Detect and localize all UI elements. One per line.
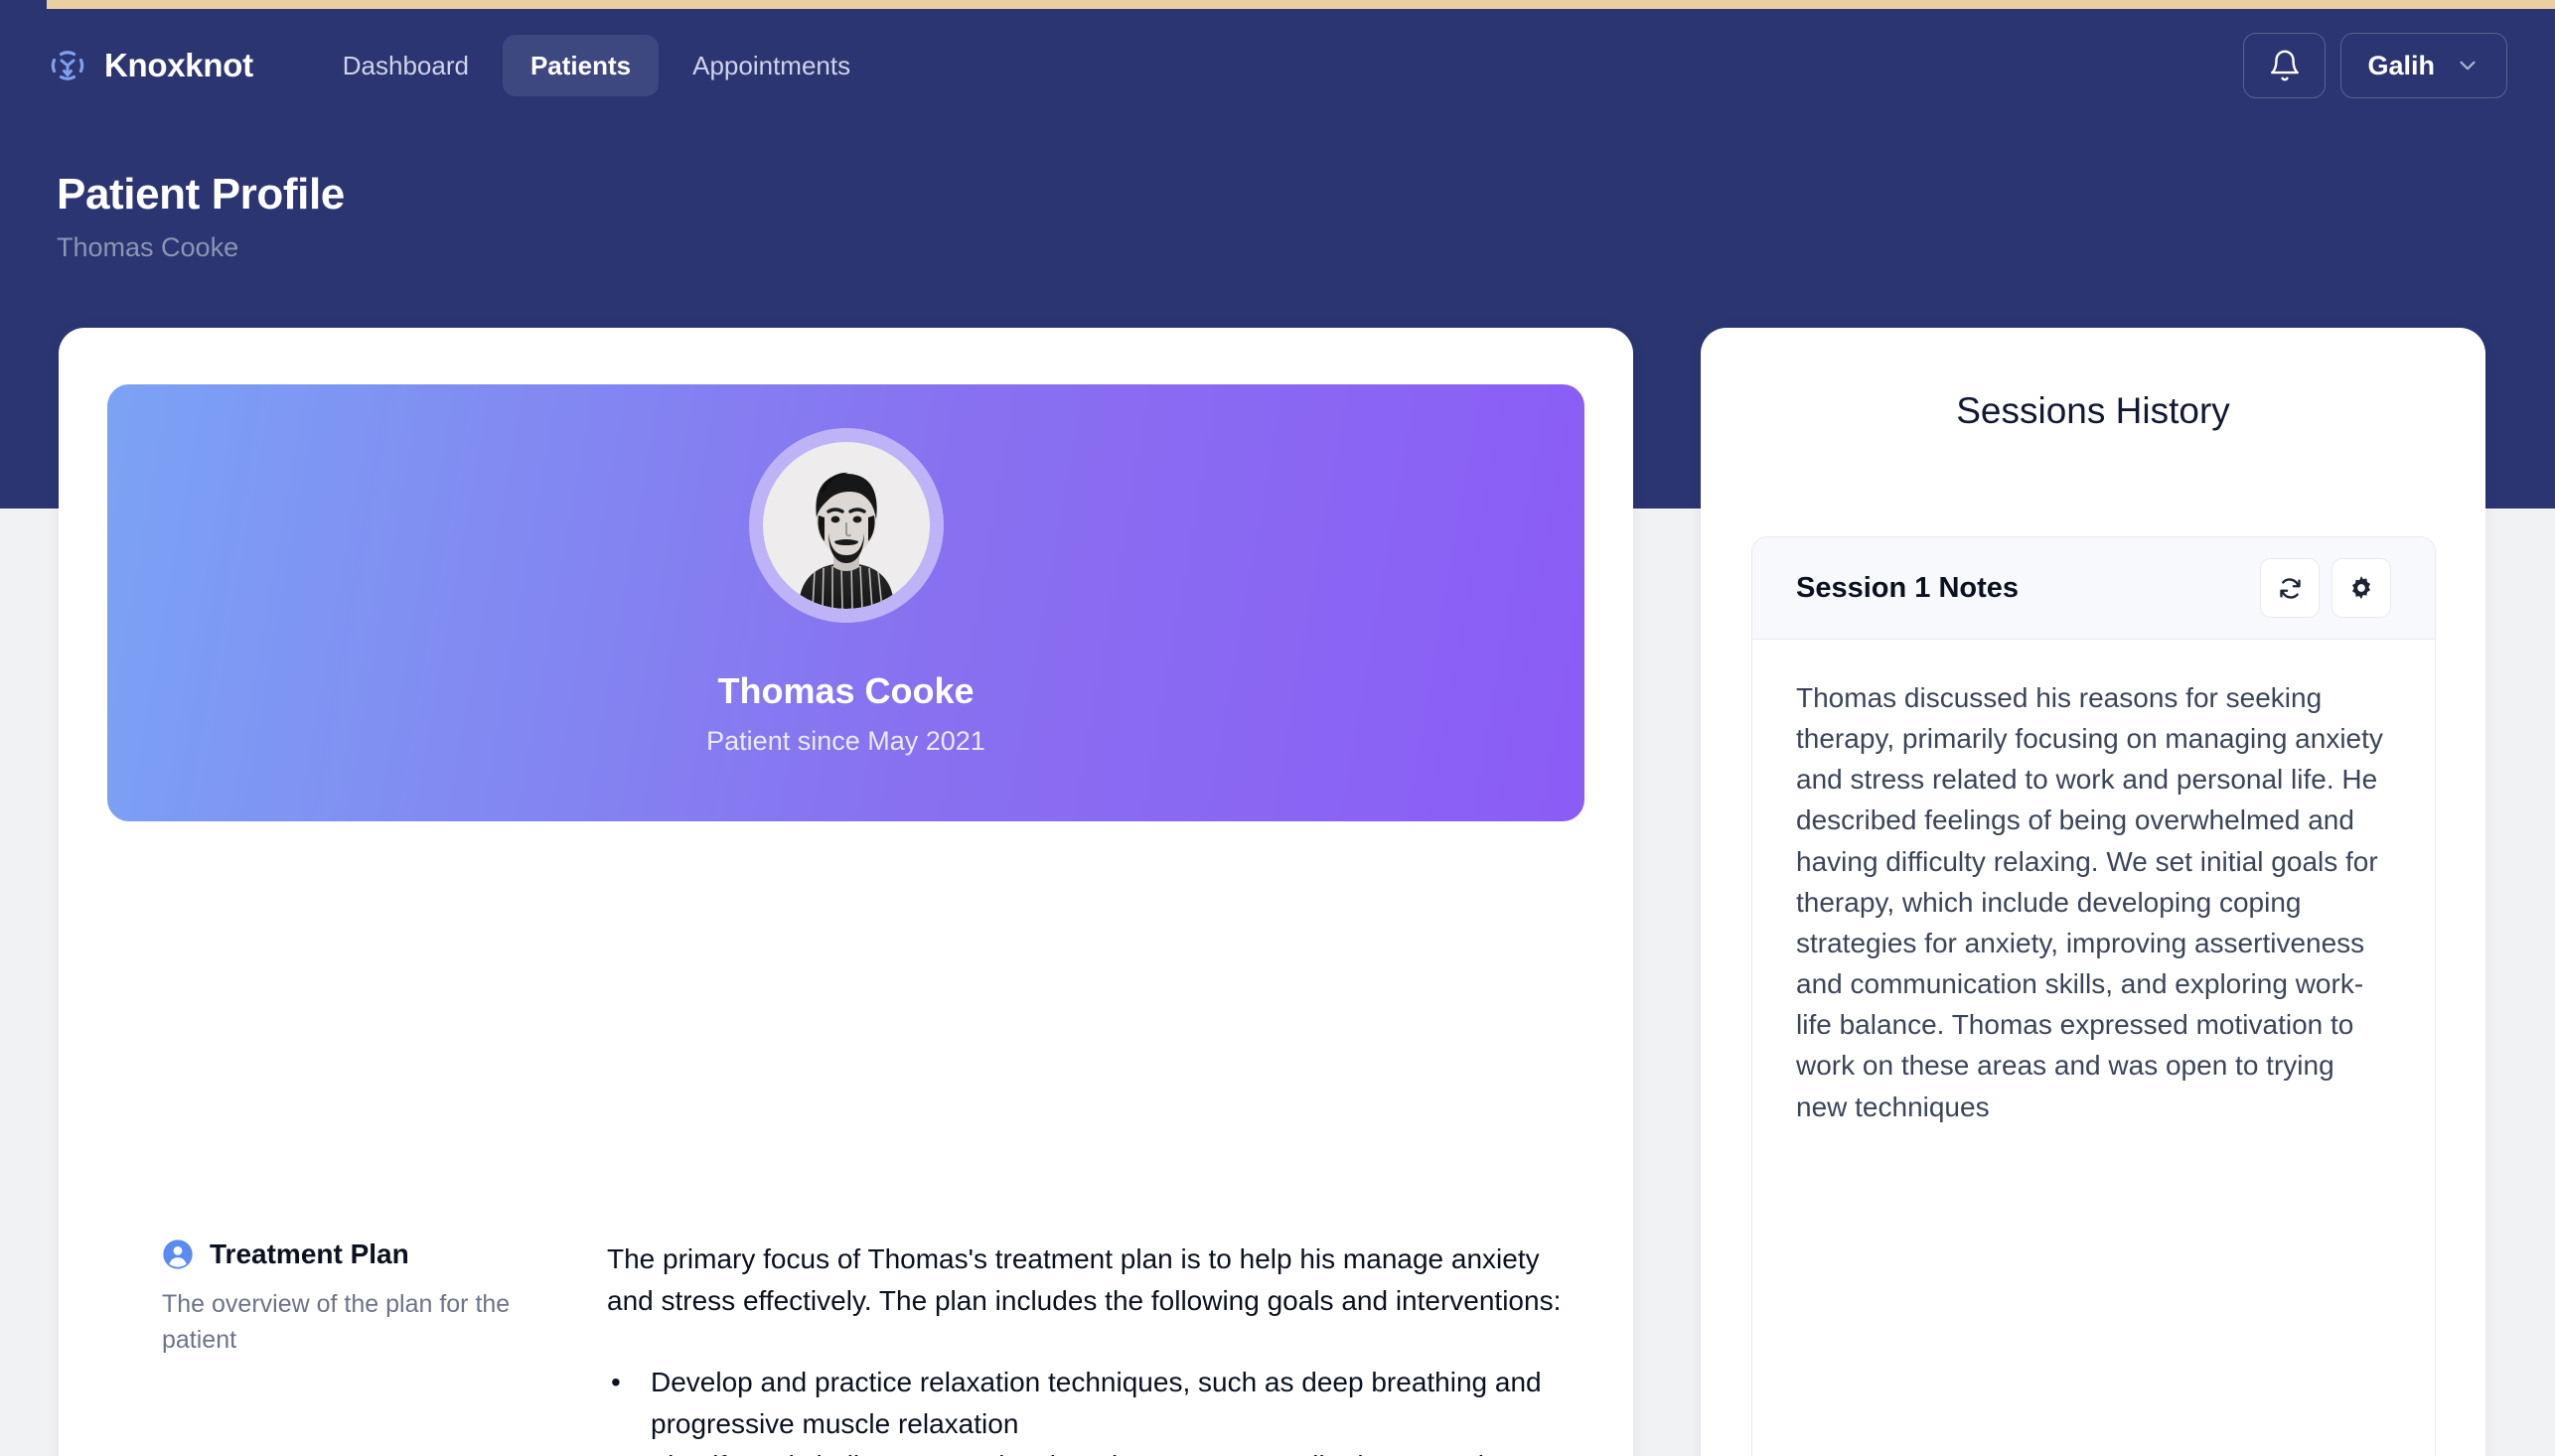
browser-top-strip	[0, 0, 2555, 9]
page-title: Patient Profile	[57, 170, 345, 218]
page-subtitle: Thomas Cooke	[57, 232, 239, 263]
sessions-history-card: Sessions History Session 1 Notes Thomas …	[1701, 328, 2485, 1456]
gear-icon	[2352, 576, 2370, 600]
settings-button[interactable]	[2331, 558, 2391, 618]
treatment-plan-intro: The primary focus of Thomas's treatment …	[607, 1243, 1562, 1316]
nav-link-dashboard[interactable]: Dashboard	[315, 35, 497, 96]
treatment-plan-title: Treatment Plan	[210, 1238, 409, 1269]
chevron-down-icon	[2460, 61, 2476, 71]
avatar-portrait-icon	[762, 442, 930, 609]
bell-icon	[2271, 50, 2299, 81]
nav-links: Dashboard Patients Appointments	[315, 35, 878, 96]
treatment-plan-content: The primary focus of Thomas's treatment …	[607, 1238, 1592, 1456]
list-item: Develop and practice relaxation techniqu…	[607, 1362, 1592, 1445]
patient-profile-card: Thomas Cooke Patient since May 2021 Trea…	[59, 328, 1633, 1456]
nav-link-patients[interactable]: Patients	[502, 35, 660, 96]
user-name: Galih	[2367, 50, 2435, 80]
session-note-title: Session 1 Notes	[1796, 571, 2020, 604]
brand[interactable]: Knoxknot	[48, 46, 253, 85]
knot-logo-icon	[51, 51, 84, 80]
nav-link-appointments[interactable]: Appointments	[665, 35, 878, 96]
session-note-card: Session 1 Notes Thomas discussed his rea…	[1751, 536, 2436, 1456]
top-navbar: Knoxknot Dashboard Patients Appointments…	[0, 9, 2555, 122]
sessions-history-title: Sessions History	[1956, 390, 2230, 431]
list-item: Identify and challenge negative thought …	[607, 1445, 1592, 1456]
top-strip-corner	[0, 0, 47, 9]
avatar-ring	[748, 428, 944, 623]
treatment-plan-label-column: Treatment Plan The overview of the plan …	[162, 1238, 512, 1456]
brand-name: Knoxknot	[104, 47, 253, 83]
notifications-button[interactable]	[2243, 33, 2327, 98]
session-note-text: Thomas discussed his reasons for seeking…	[1796, 682, 2383, 1122]
user-menu-button[interactable]: Galih	[2340, 33, 2507, 98]
session-note-header: Session 1 Notes	[1752, 537, 2435, 640]
treatment-plan-goals-list: Develop and practice relaxation techniqu…	[607, 1362, 1592, 1456]
patient-since: Patient since May 2021	[706, 726, 985, 756]
treatment-plan-description: The overview of the plan for the patient	[162, 1290, 511, 1355]
patient-name: Thomas Cooke	[717, 670, 975, 711]
avatar	[762, 442, 930, 609]
treatment-plan-section: Treatment Plan The overview of the plan …	[162, 1238, 1592, 1456]
app-root: Knoxknot Dashboard Patients Appointments…	[0, 0, 2555, 1456]
user-circle-icon	[163, 1239, 193, 1269]
session-note-actions	[2260, 558, 2391, 618]
treatment-plan-heading: Treatment Plan	[162, 1238, 512, 1270]
session-note-body: Thomas discussed his reasons for seeking…	[1752, 640, 2435, 1127]
refresh-icon	[2279, 577, 2301, 599]
page-header: Patient Profile Thomas Cooke	[57, 170, 345, 263]
patient-hero-banner: Thomas Cooke Patient since May 2021	[107, 384, 1584, 821]
navbar-right-actions: Galih	[2243, 33, 2507, 98]
refresh-button[interactable]	[2260, 558, 2320, 618]
